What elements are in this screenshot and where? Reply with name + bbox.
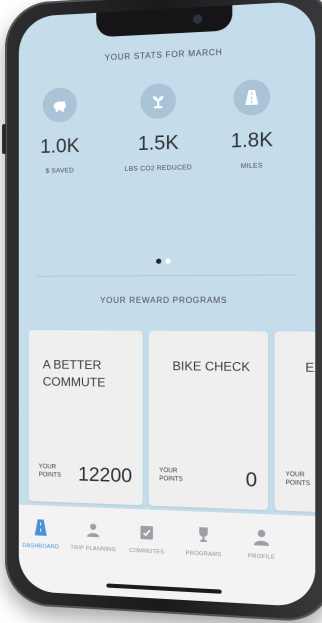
- tab-programs[interactable]: PROGRAMS: [172, 525, 236, 559]
- camera-icon: [192, 14, 202, 25]
- points-value: 0: [245, 469, 258, 492]
- tab-label: PROGRAMS: [185, 550, 222, 559]
- section-divider: [36, 274, 296, 277]
- reward-card[interactable]: A BETTER COMMUTE YOUR POINTS 12200: [28, 330, 143, 506]
- volume-button: [2, 123, 6, 155]
- tab-commutes[interactable]: COMMUTES: [116, 523, 178, 557]
- stat-miles: 1.8K MILES: [203, 78, 300, 171]
- points-value: 12200: [78, 464, 133, 488]
- app-screen: YOUR STATS FOR MARCH 1.0K $ SAVED 1.5K L…: [18, 0, 316, 608]
- stat-co2: 1.5K LBS CO2 REDUCED: [112, 82, 206, 174]
- commutes-icon: [116, 523, 178, 544]
- reward-card-title: EX: [305, 360, 316, 376]
- tab-label: COMMUTES: [129, 547, 165, 556]
- home-indicator[interactable]: [105, 583, 222, 594]
- stat-label: $ SAVED: [45, 167, 75, 175]
- stat-label: LBS CO2 REDUCED: [124, 164, 193, 173]
- road-icon: [233, 78, 271, 116]
- tab-label: PROFILE: [247, 553, 276, 561]
- reward-cards[interactable]: A BETTER COMMUTE YOUR POINTS 12200 BIKE …: [28, 330, 316, 516]
- rewards-title: YOUR REWARD PROGRAMS: [100, 295, 228, 306]
- stat-saved: 1.0K $ SAVED: [19, 86, 106, 176]
- carousel-dot[interactable]: [164, 258, 171, 264]
- carousel-dots[interactable]: [19, 249, 315, 270]
- plant-icon: [140, 82, 176, 120]
- stats-row[interactable]: 1.0K $ SAVED 1.5K LBS CO2 REDUCED 1.8K M…: [19, 77, 315, 200]
- profile-icon: [229, 527, 294, 549]
- stats-title: YOUR STATS FOR MARCH: [104, 47, 223, 63]
- tab-profile[interactable]: PROFILE: [229, 527, 294, 561]
- reward-card[interactable]: BIKE CHECK YOUR POINTS 0: [148, 330, 269, 511]
- stat-value: 1.5K: [137, 132, 179, 156]
- piggy-bank-icon: [42, 86, 77, 123]
- stat-value: 1.8K: [230, 129, 273, 153]
- points-label: YOUR POINTS: [159, 467, 183, 484]
- stat-value: 1.0K: [40, 135, 80, 159]
- points-label: YOUR POINTS: [285, 471, 311, 488]
- reward-card-title: BIKE CHECK: [172, 358, 250, 375]
- trophy-icon: [172, 525, 236, 546]
- carousel-dot-active[interactable]: [155, 258, 161, 264]
- stat-label: MILES: [240, 162, 263, 171]
- reward-card-title: A BETTER COMMUTE: [42, 357, 106, 390]
- reward-card[interactable]: EX YOUR POINTS: [274, 331, 316, 516]
- tab-bar: DASHBOARD TRIP PLANNING COMMUTES PROGRAM…: [18, 504, 316, 608]
- points-label: YOUR POINTS: [38, 464, 62, 479]
- phone-device: YOUR STATS FOR MARCH 1.0K $ SAVED 1.5K L…: [2, 0, 322, 623]
